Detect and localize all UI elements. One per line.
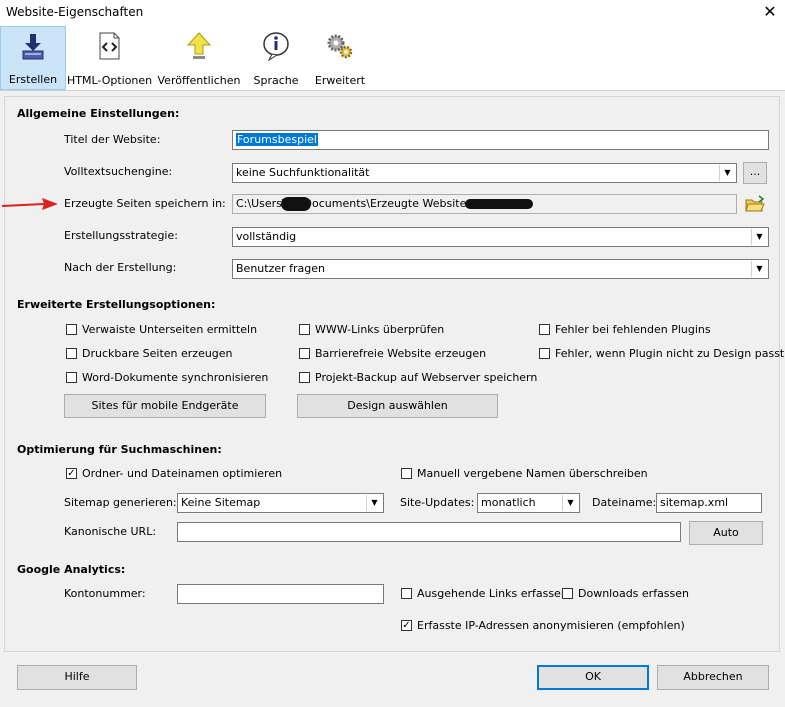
checkbox-label: Projekt-Backup auf Webserver speichern [315,371,538,384]
download-icon [22,34,44,60]
canonical-url-label: Kanonische URL: [64,525,157,538]
account-number-input[interactable] [177,584,384,604]
after-build-label: Nach der Erstellung: [64,261,177,274]
checkbox-label: Barrierefreie Website erzeugen [315,347,487,360]
choose-design-button[interactable]: Design auswählen [297,394,498,418]
canonical-url-input[interactable] [177,522,681,542]
search-engine-select[interactable]: keine Suchfunktionalität ▼ [232,163,737,183]
accessible-site-checkbox[interactable] [299,348,310,359]
checkbox-label: Fehler, wenn Plugin nicht zu Design pass… [555,347,785,360]
override-names-checkbox[interactable] [401,468,412,479]
plugin-design-checkbox[interactable] [539,348,550,359]
tab-label: Erweitert [314,74,366,87]
chevron-down-icon: ▼ [562,495,578,511]
downloads-checkbox[interactable] [562,588,573,599]
check-links-checkbox[interactable] [299,324,310,335]
chevron-down-icon: ▼ [751,261,767,277]
code-icon [99,32,120,60]
tab-html-optionen[interactable]: HTML-Optionen [67,26,153,90]
sitemap-label: Sitemap generieren: [64,496,177,509]
chevron-down-icon: ▼ [719,165,735,181]
word-sync-checkbox[interactable] [66,372,77,383]
upload-arrow-icon [186,32,212,59]
filename-input[interactable]: sitemap.xml [656,493,762,513]
redaction-mark [281,197,311,211]
info-speech-icon [263,32,289,62]
after-build-select[interactable]: Benutzer fragen ▼ [232,259,769,279]
project-backup-checkbox[interactable] [299,372,310,383]
site-title-label: Titel der Website: [64,133,161,146]
strategy-select[interactable]: vollständig ▼ [232,227,769,247]
filename-label: Dateiname: [592,496,657,509]
gears-icon [327,34,353,59]
tab-sprache[interactable]: Sprache [247,26,305,90]
cancel-button[interactable]: Abbrechen [657,665,769,690]
tab-label: Sprache [253,74,299,87]
checkbox-label: Downloads erfassen [578,587,690,600]
section-heading-general: Allgemeine Einstellungen: [17,107,180,120]
strategy-label: Erstellungsstrategie: [64,229,178,242]
account-number-label: Kontonummer: [64,587,146,600]
section-heading-analytics: Google Analytics: [17,563,126,576]
toolbar: Erstellen HTML-Optionen Veröffentlichen … [0,26,785,91]
checkbox-label: Druckbare Seiten erzeugen [82,347,233,360]
red-arrow-icon [1,198,58,210]
mobile-sites-button[interactable]: Sites für mobile Endgeräte [64,394,266,418]
tab-label: HTML-Optionen [67,74,153,87]
auto-button[interactable]: Auto [689,521,763,545]
chevron-down-icon: ▼ [366,495,382,511]
chevron-down-icon: ▼ [751,229,767,245]
help-button[interactable]: Hilfe [17,665,137,690]
site-updates-select[interactable]: monatlich ▼ [477,493,580,513]
site-updates-label: Site-Updates: [400,496,475,509]
site-title-input[interactable]: Forumsbespiel [232,130,769,150]
checkbox-label: Erfasste IP-Adressen anonymisieren (empf… [417,619,685,632]
checkbox-label: WWW-Links überprüfen [315,323,445,336]
tab-erweitert[interactable]: Erweitert [310,26,370,90]
checkbox-label: Manuell vergebene Namen überschreiben [417,467,648,480]
missing-plugins-checkbox[interactable] [539,324,550,335]
title-bar: Website-Eigenschaften ✕ [0,0,785,26]
checkbox-label: Verwaiste Unterseiten ermitteln [82,323,258,336]
checkbox-label: Fehler bei fehlenden Plugins [555,323,711,336]
tab-erstellen[interactable]: Erstellen [0,26,66,90]
sitemap-select[interactable]: Keine Sitemap ▼ [177,493,384,513]
tab-label: Veröffentlichen [157,74,241,87]
folder-open-icon[interactable] [744,194,766,214]
search-engine-more-button[interactable]: ... [743,162,767,184]
section-heading-advanced: Erweiterte Erstellungsoptionen: [17,298,216,311]
section-heading-seo: Optimierung für Suchmaschinen: [17,443,222,456]
checkbox-label: Ordner- und Dateinamen optimieren [82,467,283,480]
ok-button[interactable]: OK [537,665,649,690]
close-icon[interactable]: ✕ [760,2,780,22]
redaction-mark [465,199,533,209]
optimize-names-checkbox[interactable]: ✓ [66,468,77,479]
printable-pages-checkbox[interactable] [66,348,77,359]
window-title: Website-Eigenschaften [6,5,144,19]
tab-veroeffentlichen[interactable]: Veröffentlichen [156,26,242,90]
tab-label: Erstellen [8,73,58,86]
search-engine-label: Volltextsuchengine: [64,165,173,178]
anonymize-ip-checkbox[interactable]: ✓ [401,620,412,631]
checkbox-label: Ausgehende Links erfassen [417,587,568,600]
outgoing-links-checkbox[interactable] [401,588,412,599]
orphan-pages-checkbox[interactable] [66,324,77,335]
output-path-label: Erzeugte Seiten speichern in: [64,197,226,210]
checkbox-label: Word-Dokumente synchronisieren [82,371,269,384]
